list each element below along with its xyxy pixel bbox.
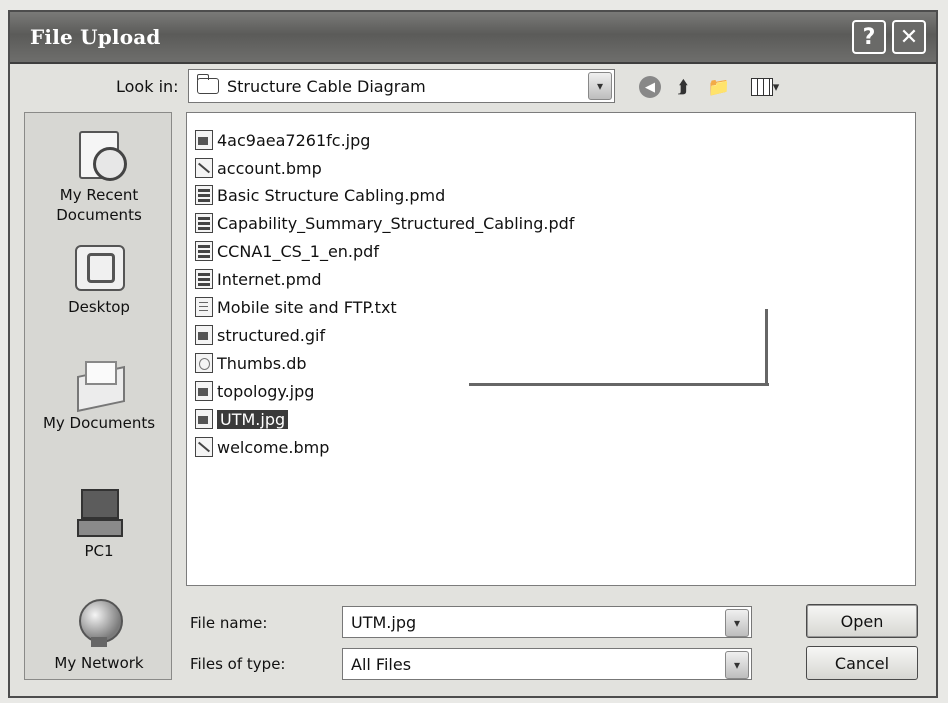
place-my-recent-documents[interactable]: My Recent Documents [25, 131, 173, 225]
file-name: welcome.bmp [217, 437, 330, 457]
bitmap-file-icon [195, 158, 213, 178]
file-name: CCNA1_CS_1_en.pdf [217, 241, 379, 261]
place-label: My Network [54, 654, 144, 672]
file-name-value: UTM.jpg [351, 612, 417, 632]
image-file-icon [195, 409, 213, 429]
list-item[interactable]: Basic Structure Cabling.pmd [195, 184, 445, 206]
list-item[interactable]: welcome.bmp [195, 436, 329, 458]
file-type-label: Files of type: [190, 655, 286, 673]
file-name: Mobile site and FTP.txt [217, 297, 397, 317]
desktop-icon [71, 243, 127, 293]
list-item[interactable]: CCNA1_CS_1_en.pdf [195, 240, 379, 262]
list-item[interactable]: Capability_Summary_Structured_Cabling.pd… [195, 212, 574, 234]
network-globe-icon [71, 599, 127, 649]
file-name: Capability_Summary_Structured_Cabling.pd… [217, 213, 575, 233]
place-label: My Documents [42, 414, 156, 432]
back-button[interactable]: ◀ [636, 74, 664, 100]
view-menu-icon [750, 78, 773, 96]
window-title: File Upload [30, 25, 161, 49]
my-documents-icon [71, 359, 127, 409]
view-menu-arrow: ▾ [772, 79, 780, 95]
list-item[interactable]: structured.gif [195, 324, 325, 346]
file-name: Thumbs.db [217, 353, 307, 373]
database-file-icon [195, 353, 213, 373]
open-button[interactable]: Open [806, 604, 918, 638]
list-item[interactable]: account.bmp [195, 157, 322, 179]
help-button[interactable]: ? [852, 20, 886, 54]
file-name-label: File name: [190, 614, 268, 632]
places-bar: My Recent Documents Desktop My Documents… [24, 112, 172, 680]
up-one-level-button[interactable]: ⮭ [670, 74, 696, 100]
file-type-value: All Files [351, 654, 412, 674]
file-name: Basic Structure Cabling.pmd [217, 185, 446, 205]
list-item-selected[interactable]: UTM.jpg [195, 408, 289, 430]
list-item[interactable]: Mobile site and FTP.txt [195, 296, 397, 318]
file-name: structured.gif [217, 325, 326, 345]
place-label-line2: Documents [56, 206, 142, 224]
list-item[interactable]: topology.jpg [195, 380, 314, 402]
computer-icon [71, 487, 127, 537]
chevron-down-icon[interactable]: ▾ [725, 651, 749, 679]
chevron-down-icon[interactable]: ▾ [588, 72, 612, 100]
bitmap-file-icon [195, 437, 213, 457]
file-type-select[interactable]: All Files ▾ [342, 648, 752, 680]
document-file-icon [195, 241, 213, 261]
recent-documents-icon [71, 131, 127, 181]
background-line [469, 383, 769, 386]
place-my-network[interactable]: My Network [25, 599, 173, 673]
file-name: Internet.pmd [217, 269, 322, 289]
new-folder-button[interactable]: 📁 [702, 74, 736, 100]
close-button[interactable]: ✕ [892, 20, 926, 54]
place-label: My Recent [59, 186, 139, 204]
place-desktop[interactable]: Desktop [25, 243, 173, 317]
text-file-icon [195, 297, 213, 317]
look-in-value: Structure Cable Diagram [227, 76, 426, 96]
place-my-documents[interactable]: My Documents [25, 359, 173, 433]
document-file-icon [195, 213, 213, 233]
document-file-icon [195, 269, 213, 289]
list-item[interactable]: 4ac9aea7261fc.jpg [195, 129, 370, 151]
file-name: UTM.jpg [217, 409, 289, 429]
file-name-input[interactable]: UTM.jpg ▾ [342, 606, 752, 638]
new-folder-icon: 📁 [707, 76, 731, 98]
document-file-icon [195, 185, 213, 205]
image-file-icon [195, 325, 213, 345]
file-list[interactable]: 4ac9aea7261fc.jpg account.bmp Basic Stru… [186, 112, 916, 586]
image-file-icon [195, 130, 213, 150]
up-folder-icon: ⮭ [677, 76, 689, 98]
place-label: PC1 [84, 542, 114, 560]
cancel-button[interactable]: Cancel [806, 646, 918, 680]
file-name: 4ac9aea7261fc.jpg [217, 130, 371, 150]
view-menu-button[interactable]: ▾ [744, 74, 786, 100]
file-name: topology.jpg [217, 381, 315, 401]
back-arrow-icon: ◀ [639, 76, 661, 98]
place-pc1[interactable]: PC1 [25, 487, 173, 561]
title-bar[interactable]: File Upload ? ✕ [10, 12, 936, 64]
folder-icon [197, 74, 219, 94]
place-label: Desktop [68, 298, 130, 316]
image-file-icon [195, 381, 213, 401]
background-line [765, 309, 768, 385]
chevron-down-icon[interactable]: ▾ [725, 609, 749, 637]
file-name: account.bmp [217, 158, 322, 178]
look-in-dropdown[interactable]: Structure Cable Diagram ▾ [188, 69, 615, 103]
list-item[interactable]: Internet.pmd [195, 268, 322, 290]
list-item[interactable]: Thumbs.db [195, 352, 307, 374]
look-in-label: Look in: [116, 77, 179, 96]
